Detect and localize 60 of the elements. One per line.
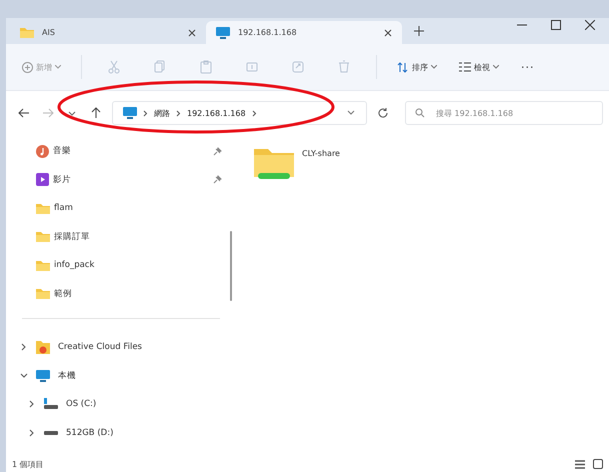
caret-icon [55,65,61,69]
sidebar-item[interactable]: 範例 [6,280,234,308]
chevron-right-icon [143,110,148,116]
folder-icon [20,27,34,38]
back-arrow-icon[interactable] [18,107,30,119]
item-count: 1 個項目 [12,458,44,470]
folder-icon [36,202,50,214]
search-icon [415,108,425,118]
more-button[interactable]: ··· [513,56,542,78]
caret-icon [493,65,499,69]
scrollbar[interactable] [230,231,232,301]
view-button[interactable]: 檢視 [451,58,507,76]
monitor-icon [36,370,50,382]
refresh-icon[interactable] [377,107,389,119]
tree-item[interactable]: 512GB (D:) [6,418,234,447]
sort-icon [397,62,409,72]
monitor-icon [123,107,137,119]
sidebar-item[interactable]: info_pack [6,251,234,280]
chevron-right-icon[interactable] [28,428,36,437]
file-item[interactable]: CLY-share [252,145,362,181]
maximize-icon[interactable] [551,20,561,30]
close-icon[interactable] [188,28,196,36]
address-bar[interactable]: 網路 192.168.1.168 [112,101,367,125]
close-icon[interactable] [384,28,392,36]
monitor-icon [216,26,230,38]
up-arrow-icon[interactable] [90,107,102,119]
tiles-view-icon[interactable] [593,459,603,469]
breadcrumb[interactable]: 網路 [154,108,170,118]
details-view-icon[interactable] [575,460,585,468]
search-field[interactable]: 搜尋 192.168.1.168 [405,101,603,125]
sidebar-item[interactable]: flam [6,194,234,222]
sidebar-item[interactable]: 音樂 [6,137,234,166]
chevron-right-icon[interactable] [28,400,36,408]
sidebar-item[interactable]: 影片 [6,166,234,194]
cloud-folder-icon [36,340,50,354]
chevron-down-icon[interactable] [20,372,28,380]
tree-item[interactable]: 本機 [6,362,234,390]
video-icon [36,173,49,186]
tree-item[interactable]: OS (C:) [6,390,234,418]
drive-icon [44,398,58,410]
breadcrumb[interactable]: 192.168.1.168 [187,108,246,118]
drive-icon [44,430,58,436]
folder-icon [36,288,50,300]
tree-item[interactable]: Creative Cloud Files [6,333,234,362]
plus-circle-icon [22,62,33,72]
folder-icon [36,231,50,242]
caret-icon [431,65,437,69]
chevron-right-icon [176,110,181,116]
chevron-right-icon[interactable] [20,343,28,352]
tab[interactable]: AIS [10,21,206,44]
view-icon [459,62,471,72]
chevron-down-icon[interactable] [346,109,356,117]
music-icon [36,144,49,158]
sort-button[interactable]: 排序 [389,58,445,76]
sidebar-item[interactable]: 採購訂單 [6,222,234,251]
plus-icon[interactable] [414,26,424,36]
chevron-right-icon [252,110,257,116]
close-icon[interactable] [585,20,595,30]
tab[interactable]: 192.168.1.168 [206,21,402,44]
folder-icon [36,260,50,271]
